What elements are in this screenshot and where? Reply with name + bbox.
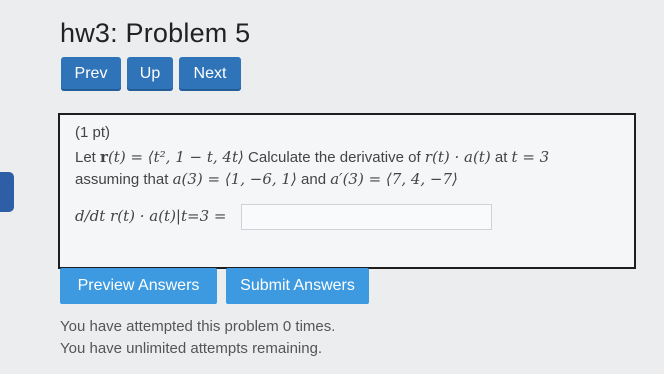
answer-actions: Preview Answers Submit Answers — [60, 268, 369, 304]
let-text: Let — [75, 149, 96, 166]
preview-answers-button[interactable]: Preview Answers — [60, 268, 217, 304]
a-value: a(3) = ⟨1, −6, 1⟩ — [172, 170, 297, 188]
problem-nav: Prev Up Next — [61, 57, 241, 91]
side-tab[interactable] — [0, 172, 14, 212]
submit-answers-button[interactable]: Submit Answers — [226, 268, 369, 304]
up-button[interactable]: Up — [127, 57, 173, 91]
answer-lhs: d/dt r(t) · a(t)|t=3 = — [75, 207, 227, 225]
attempts-status: You have attempted this problem 0 times. — [60, 318, 336, 335]
at-text: at — [494, 149, 508, 166]
problem-statement-line-2: assuming that a(3) = ⟨1, −6, 1⟩ and a′(3… — [75, 170, 458, 188]
answer-prompt: d/dt r(t) · a(t)|t=3 = — [75, 207, 226, 225]
vector-r: r — [100, 148, 108, 166]
points-label: (1 pt) — [75, 124, 111, 141]
a-prime-value: a′(3) = ⟨7, 4, −7⟩ — [330, 170, 458, 188]
problem-statement-line-1: Let r(t) = ⟨t², 1 − t, 4t⟩ Calculate the… — [75, 148, 549, 166]
next-button[interactable]: Next — [179, 57, 241, 91]
answer-input[interactable] — [241, 204, 492, 230]
problem-box: (1 pt) Let r(t) = ⟨t², 1 − t, 4t⟩ Calcul… — [58, 113, 636, 269]
prev-button[interactable]: Prev — [61, 57, 121, 91]
and-text: and — [301, 171, 327, 188]
remaining-status: You have unlimited attempts remaining. — [60, 340, 323, 357]
page-title: hw3: Problem 5 — [60, 18, 251, 48]
derivative-text: Calculate the derivative of — [248, 149, 421, 166]
r-definition: (t) = ⟨t², 1 − t, 4t⟩ — [107, 148, 244, 166]
assuming-text: assuming that — [75, 171, 169, 188]
dot-product-expr: r(t) · a(t) — [424, 148, 491, 166]
t-value: t = 3 — [511, 148, 550, 166]
